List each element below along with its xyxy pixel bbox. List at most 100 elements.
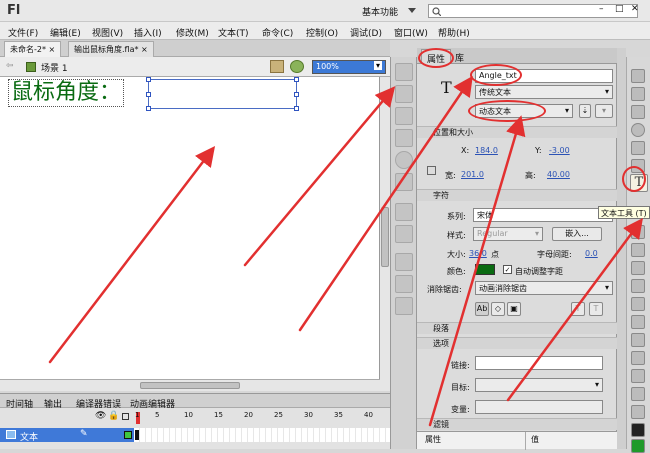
edit-scene-icon[interactable] bbox=[270, 60, 284, 73]
panel-splitter[interactable] bbox=[617, 48, 626, 449]
size-value[interactable]: 36.0 bbox=[469, 249, 487, 258]
menu-help[interactable]: 帮助(H) bbox=[438, 26, 470, 39]
show-border-icon[interactable]: ▣ bbox=[507, 302, 521, 316]
window-controls[interactable]: – □ ✕ bbox=[595, 4, 645, 18]
section-filters[interactable]: 滤镜 bbox=[417, 418, 617, 430]
align-icon[interactable] bbox=[395, 107, 413, 125]
section-paragraph[interactable]: 段落 bbox=[417, 322, 617, 334]
transform-icon[interactable] bbox=[395, 129, 413, 147]
pencil-tool-icon[interactable] bbox=[631, 261, 645, 275]
eraser-tool-icon[interactable] bbox=[631, 369, 645, 383]
section-position-size[interactable]: 位置和大小 bbox=[417, 126, 617, 138]
menu-command[interactable]: 命令(C) bbox=[262, 26, 293, 39]
y-value[interactable]: -3.00 bbox=[549, 146, 570, 155]
swatches-icon[interactable] bbox=[395, 85, 413, 103]
menu-view[interactable]: 视图(V) bbox=[92, 26, 123, 39]
doc-tab-untitled[interactable]: 未命名-2* × bbox=[4, 41, 62, 57]
fill-color-icon[interactable] bbox=[631, 439, 645, 453]
scroll-thumb[interactable] bbox=[140, 382, 240, 389]
link-input[interactable] bbox=[475, 356, 603, 370]
doc-tab-output-angle[interactable]: 输出鼠标角度.fla* × bbox=[68, 41, 154, 57]
anti-alias-select[interactable]: 动画消除锯齿 ▾ bbox=[475, 281, 613, 295]
layer-color-icon[interactable] bbox=[124, 431, 132, 439]
3d-rotation-tool-icon[interactable] bbox=[631, 123, 645, 137]
embed-button[interactable]: 嵌入... bbox=[552, 227, 602, 241]
hand-tool-icon[interactable] bbox=[631, 387, 645, 401]
components-icon[interactable] bbox=[395, 173, 413, 191]
deco-tool-icon[interactable] bbox=[631, 297, 645, 311]
color-palette-icon[interactable] bbox=[395, 63, 413, 81]
bone-tool-icon[interactable] bbox=[631, 315, 645, 329]
layer-icon bbox=[6, 430, 16, 439]
variable-input[interactable] bbox=[475, 400, 603, 414]
direction-select[interactable]: ▾ bbox=[595, 104, 613, 118]
lock-icon[interactable]: 🔒 bbox=[108, 411, 119, 421]
vertical-scrollbar[interactable] bbox=[380, 77, 390, 391]
workspace-switcher[interactable]: 基本功能 bbox=[362, 5, 398, 18]
subscript-icon[interactable]: T bbox=[589, 302, 603, 316]
back-arrow-icon[interactable]: ⇦ bbox=[6, 61, 14, 71]
zoom-select[interactable]: 100% ▾ bbox=[312, 60, 386, 74]
render-html-icon[interactable]: ◇ bbox=[491, 302, 505, 316]
scroll-thumb[interactable] bbox=[381, 207, 389, 267]
brush-tool-icon[interactable] bbox=[631, 279, 645, 293]
menu-text[interactable]: 文本(T) bbox=[218, 26, 249, 39]
edit-symbol-icon[interactable] bbox=[290, 60, 304, 73]
section-options[interactable]: 选项 bbox=[417, 337, 617, 349]
font-family-select[interactable]: 宋体▾ bbox=[473, 208, 613, 222]
text-engine-value: 传统文本 bbox=[479, 88, 511, 97]
autokern-checkbox[interactable]: ✓ bbox=[503, 265, 512, 274]
actions-icon[interactable] bbox=[395, 253, 413, 271]
target-select[interactable]: ▾ bbox=[475, 378, 603, 392]
menu-window[interactable]: 窗口(W) bbox=[394, 26, 428, 39]
project-icon[interactable] bbox=[395, 297, 413, 315]
static-text-field[interactable]: 鼠标角度： bbox=[8, 79, 125, 107]
rectangle-tool-icon[interactable] bbox=[631, 243, 645, 257]
menu-modify[interactable]: 修改(M) bbox=[176, 26, 209, 39]
library-icon[interactable] bbox=[395, 203, 413, 221]
info-icon[interactable] bbox=[395, 151, 413, 169]
text-engine-select[interactable]: 传统文本 ▾ bbox=[475, 85, 613, 99]
menu-insert[interactable]: 插入(I) bbox=[134, 26, 162, 39]
title-bar: Fl 基本功能 – □ ✕ bbox=[0, 0, 650, 22]
width-value[interactable]: 201.0 bbox=[461, 170, 484, 179]
anti-alias-value: 动画消除锯齿 bbox=[479, 284, 527, 293]
x-value[interactable]: 184.0 bbox=[475, 146, 498, 155]
color-swatch[interactable] bbox=[475, 264, 495, 275]
selection-tool-icon[interactable] bbox=[631, 69, 645, 83]
letter-spacing-value[interactable]: 0.0 bbox=[585, 249, 598, 258]
dynamic-text-field[interactable] bbox=[146, 77, 299, 111]
chevron-down-icon[interactable] bbox=[408, 6, 416, 14]
layer-name[interactable]: 文本 bbox=[20, 430, 38, 443]
selectable-toggle-icon[interactable]: Ab bbox=[475, 302, 489, 316]
tab-library[interactable]: 库 bbox=[455, 51, 464, 64]
frame-cells[interactable] bbox=[134, 428, 390, 442]
paint-bucket-tool-icon[interactable] bbox=[631, 333, 645, 347]
menu-control[interactable]: 控制(O) bbox=[306, 26, 338, 39]
link-wh-icon[interactable] bbox=[427, 166, 436, 175]
zoom-tool-icon[interactable] bbox=[631, 405, 645, 419]
code-snippets-icon[interactable] bbox=[395, 225, 413, 243]
orientation-icon[interactable]: ⇣ bbox=[579, 104, 591, 118]
variable-label: 变量: bbox=[451, 405, 470, 414]
height-value[interactable]: 40.00 bbox=[547, 170, 570, 179]
outline-icon[interactable] bbox=[122, 413, 129, 420]
layer-row[interactable]: 文本 ✎ bbox=[0, 428, 390, 443]
eye-icon[interactable]: 👁 bbox=[95, 411, 106, 421]
menu-file[interactable]: 文件(F) bbox=[8, 26, 38, 39]
free-transform-tool-icon[interactable] bbox=[631, 105, 645, 119]
superscript-icon[interactable]: T bbox=[571, 302, 585, 316]
keyframe[interactable] bbox=[135, 430, 139, 440]
movie-explorer-icon[interactable] bbox=[395, 275, 413, 293]
horizontal-scrollbar[interactable] bbox=[0, 379, 380, 391]
menu-debug[interactable]: 调试(D) bbox=[350, 26, 382, 39]
eyedropper-tool-icon[interactable] bbox=[631, 351, 645, 365]
stage[interactable]: 鼠标角度： bbox=[0, 77, 380, 379]
line-tool-icon[interactable] bbox=[631, 225, 645, 239]
menu-edit[interactable]: 编辑(E) bbox=[50, 26, 81, 39]
section-character[interactable]: 字符 bbox=[417, 189, 617, 201]
stroke-color-icon[interactable] bbox=[631, 423, 645, 437]
lasso-tool-icon[interactable] bbox=[631, 141, 645, 155]
subselection-tool-icon[interactable] bbox=[631, 87, 645, 101]
font-style-select[interactable]: Regular ▾ bbox=[473, 227, 543, 241]
